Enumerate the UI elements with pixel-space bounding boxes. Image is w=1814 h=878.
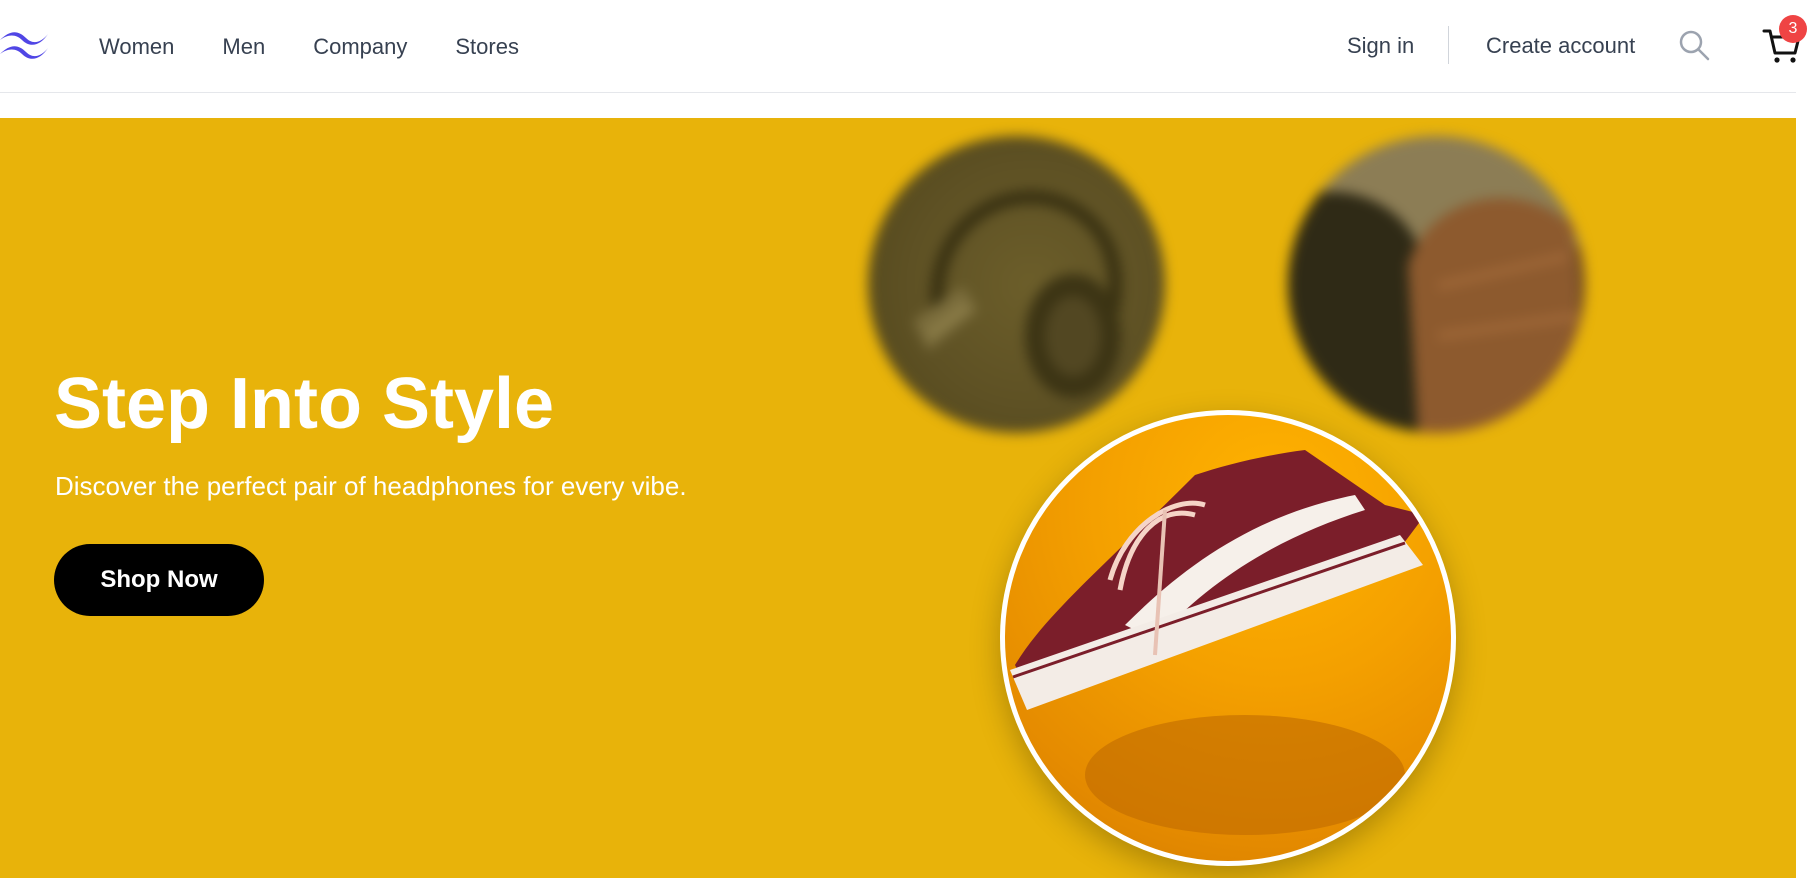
wave-logo-icon[interactable]	[0, 26, 50, 64]
search-icon[interactable]	[1678, 29, 1710, 61]
sneaker-image[interactable]	[1000, 410, 1456, 866]
nav-link-women[interactable]: Women	[99, 34, 174, 60]
hero-subtitle: Discover the perfect pair of headphones …	[55, 471, 687, 501]
headphones-illustration	[913, 190, 1123, 398]
cart-count-badge: 3	[1779, 15, 1807, 43]
gloves-illustration	[1288, 136, 1585, 433]
create-account-link[interactable]: Create account	[1486, 33, 1635, 59]
nav-link-company[interactable]: Company	[313, 34, 407, 60]
hero-banner: Step Into Style Discover the perfect pai…	[0, 118, 1796, 878]
primary-nav: Women Men Company Stores	[99, 0, 519, 93]
nav-link-men[interactable]: Men	[222, 34, 265, 60]
gloves-image[interactable]	[1288, 136, 1585, 433]
headphones-image[interactable]	[868, 136, 1165, 433]
sneaker-illustration	[1010, 450, 1425, 835]
top-navigation: Women Men Company Stores Sign in Create …	[0, 0, 1807, 93]
nav-link-stores[interactable]: Stores	[455, 34, 519, 60]
shop-now-button[interactable]: Shop Now	[54, 544, 264, 616]
nav-divider	[1448, 26, 1449, 64]
hero-title: Step Into Style	[54, 364, 555, 444]
sign-in-link[interactable]: Sign in	[1347, 33, 1414, 59]
